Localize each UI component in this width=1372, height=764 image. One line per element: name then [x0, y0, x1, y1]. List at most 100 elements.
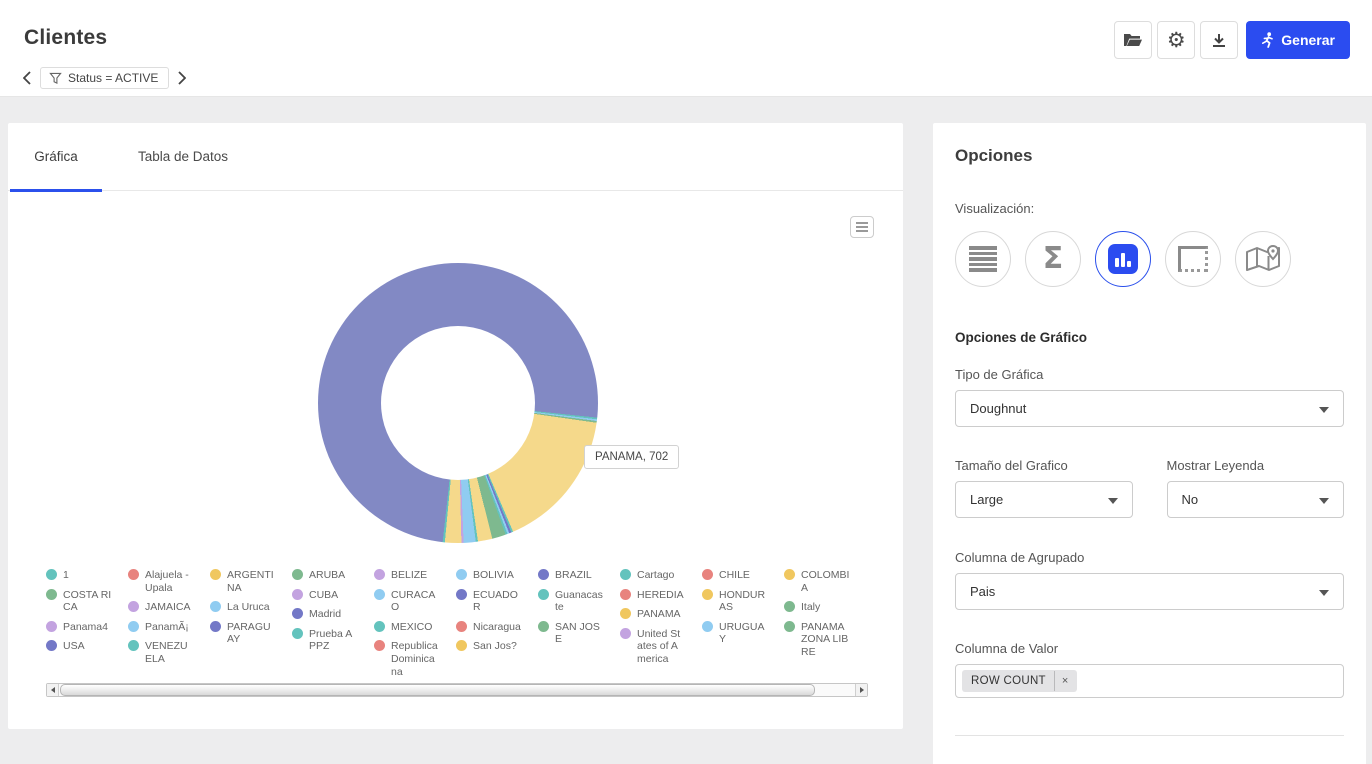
legend-item: Prueba APPZ	[292, 627, 358, 653]
legend-label: COLOMBIA	[801, 569, 850, 594]
legend-dot	[128, 601, 139, 613]
viz-rows-button[interactable]	[955, 231, 1011, 287]
legend-dot	[620, 608, 631, 620]
open-report-button[interactable]	[1114, 21, 1153, 59]
generate-button[interactable]: Generar	[1246, 21, 1350, 59]
page-title: Clientes	[24, 26, 108, 49]
legend-dot	[456, 620, 467, 632]
legend-item: COSTA RICA	[46, 588, 112, 614]
viz-bar-chart-button[interactable]	[1095, 231, 1151, 287]
filter-next-button[interactable]	[175, 68, 189, 88]
legend-label: ARUBA	[309, 569, 346, 581]
legend-item: JAMAICA	[128, 601, 194, 614]
group-column-select[interactable]: Pais	[955, 573, 1344, 610]
legend-dot	[128, 620, 139, 632]
hamburger-icon	[856, 222, 868, 224]
map-icon	[1246, 244, 1280, 271]
show-legend-label: Mostrar Leyenda	[1166, 458, 1265, 473]
chart-type-select[interactable]: Doughnut	[955, 390, 1344, 427]
download-button[interactable]	[1200, 21, 1239, 59]
legend-item: PanamÃ¡	[128, 620, 194, 634]
legend-label: Cartago	[637, 569, 675, 581]
legend-label: CURACAO	[391, 588, 436, 614]
rows-icon	[969, 246, 997, 272]
legend-label: JAMAICA	[145, 601, 191, 614]
scrollbar-thumb[interactable]	[60, 684, 815, 696]
legend-dot	[784, 620, 795, 632]
viz-pivot-button[interactable]	[1165, 231, 1221, 287]
visualization-selector: Σ	[955, 231, 1344, 287]
tab-bar: Gráfica Tabla de Datos	[8, 123, 903, 192]
legend-dot	[456, 640, 467, 652]
value-column-chip: ROW COUNT ×	[962, 670, 1077, 692]
legend-dot	[702, 588, 713, 600]
scroll-left-button[interactable]	[47, 684, 59, 696]
tab-grafica[interactable]: Gráfica	[10, 149, 102, 190]
legend-item: Madrid	[292, 608, 358, 621]
run-icon	[1262, 32, 1274, 48]
legend-label: PANAMA	[637, 608, 681, 621]
legend-label: BOLIVIA	[473, 569, 514, 581]
legend-dot	[702, 620, 713, 632]
legend-dot	[702, 569, 713, 580]
viz-map-button[interactable]	[1235, 231, 1291, 287]
legend-dot	[210, 569, 221, 580]
legend-item: URUGUAY	[702, 620, 768, 646]
legend-label: URUGUAY	[719, 620, 765, 646]
legend-item: BELIZE	[374, 569, 440, 582]
legend-label: Madrid	[309, 608, 342, 621]
legend-dot	[292, 569, 303, 580]
show-legend-select[interactable]: No	[1166, 481, 1344, 518]
legend-dot	[538, 569, 549, 580]
chart-type-label: Tipo de Gráfica	[955, 367, 1044, 382]
filter-chip-label: Status = ACTIVE	[68, 71, 159, 85]
chevron-down-icon	[1319, 498, 1329, 504]
legend-column: Cartago HEREDIA PANAMA United States of Ame…	[620, 569, 686, 685]
legend-item: VENEZUELA	[128, 640, 194, 665]
legend-item: Alajuela - Upala	[128, 569, 194, 594]
legend-item: La Uruca	[210, 601, 276, 614]
legend-label: PARAGUAY	[227, 620, 271, 646]
legend-dot	[46, 588, 57, 600]
legend-label: ECUADOR	[473, 588, 518, 614]
chart-context-menu-button[interactable]	[850, 216, 874, 238]
legend-item: ARGENTINA	[210, 569, 276, 594]
legend-label: PanamÃ¡	[145, 620, 189, 633]
legend-item: ARUBA	[292, 569, 358, 582]
chevron-right-icon	[178, 71, 187, 85]
legend-column: BRAZIL Guanacaste SAN JOSE	[538, 569, 604, 685]
legend-label: United States of America	[637, 627, 681, 665]
legend-item: United States of America	[620, 627, 686, 666]
legend-label: BRAZIL	[555, 569, 592, 581]
gear-icon: ⚙	[1166, 28, 1186, 52]
legend-label: SAN JOSE	[555, 620, 600, 646]
filter-prev-button[interactable]	[20, 68, 34, 88]
tab-tabla-de-datos[interactable]: Tabla de Datos	[118, 149, 248, 190]
value-column-input[interactable]: ROW COUNT ×	[955, 664, 1344, 698]
settings-button[interactable]: ⚙	[1157, 21, 1196, 59]
chip-remove-button[interactable]: ×	[1053, 671, 1077, 691]
legend-label: BELIZE	[391, 569, 428, 581]
legend-item: SAN JOSE	[538, 620, 604, 646]
legend-label: USA	[63, 640, 85, 653]
chart-legend: 1 COSTA RICA Panama4 USA Alajuela - Upala JAM…	[46, 569, 850, 685]
legend-item: CURACAO	[374, 588, 440, 614]
filter-chip[interactable]: Status = ACTIVE	[40, 67, 170, 89]
chart-area: PANAMA, 702 1 COSTA RICA Panama4 USA Alajuel…	[8, 191, 903, 728]
legend-dot	[128, 569, 139, 580]
sigma-icon: Σ	[1042, 241, 1064, 276]
legend-column: BOLIVIA ECUADOR Nicaragua San Jos?	[456, 569, 522, 685]
legend-dot	[620, 588, 631, 600]
legend-label: Panama4	[63, 620, 108, 633]
viz-aggregate-button[interactable]: Σ	[1025, 231, 1081, 287]
chart-size-select[interactable]: Large	[955, 481, 1133, 518]
legend-dot	[374, 640, 385, 652]
legend-column: 1 COSTA RICA Panama4 USA	[46, 569, 112, 685]
legend-column: CHILE HONDURAS URUGUAY	[702, 569, 768, 685]
legend-dot	[620, 627, 631, 639]
pivot-table-icon	[1178, 246, 1208, 272]
scroll-right-button[interactable]	[855, 684, 867, 696]
chart-tooltip: PANAMA, 702	[584, 445, 680, 469]
funnel-icon	[49, 72, 62, 84]
legend-scrollbar[interactable]	[46, 683, 868, 697]
